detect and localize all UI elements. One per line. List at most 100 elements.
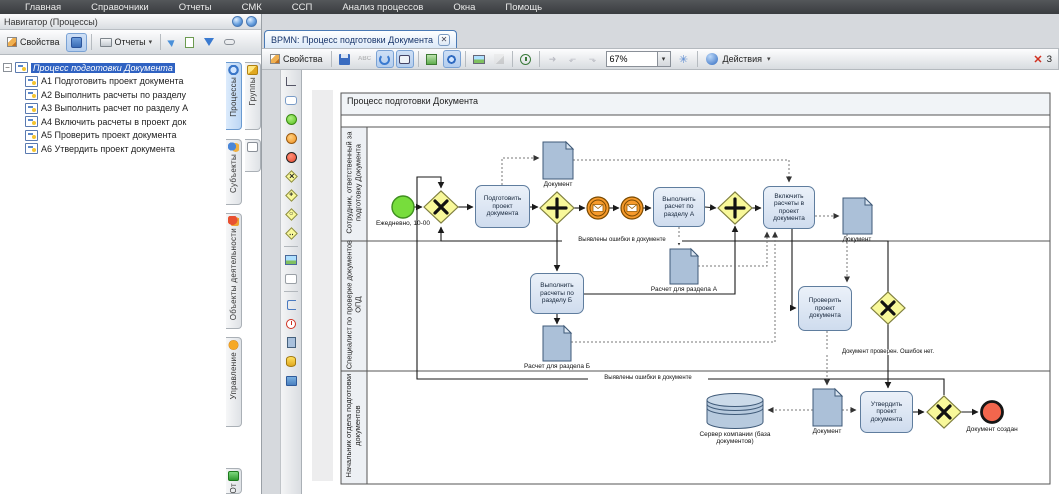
go-to-button[interactable] [165, 33, 179, 52]
panel-pin-icon[interactable] [232, 16, 243, 27]
pencil-icon [7, 37, 17, 47]
inclusive-gateway-tool[interactable]: ○ [283, 207, 299, 222]
document-bottom[interactable] [813, 389, 842, 426]
panel-close-icon[interactable] [246, 16, 257, 27]
menu-item-smk[interactable]: СМК [227, 2, 277, 13]
tab-documents[interactable] [245, 139, 261, 172]
task-calc-section-a[interactable]: Выполнить расчет по разделу А [653, 187, 705, 227]
auto-layout-button[interactable] [376, 50, 394, 68]
brush-icon [494, 54, 504, 64]
refresh-tree-button[interactable] [181, 33, 198, 52]
parallel-gateway-tool[interactable]: + [283, 188, 299, 203]
start-event-tool[interactable] [283, 112, 299, 127]
go-up-button[interactable]: ⬐ [564, 50, 582, 68]
tree-root-process[interactable]: − Процесс подготовки Документа [3, 61, 223, 75]
task-include-calcs[interactable]: Включить расчеты в проект документа [763, 186, 815, 229]
document-calc-b[interactable] [543, 326, 571, 361]
tree-item-a4[interactable]: A4 Включить расчеты в проект док [3, 115, 223, 129]
task-prepare-draft[interactable]: Подготовить проект документа [475, 185, 530, 228]
tab-close-icon[interactable]: ✕ [438, 34, 450, 46]
tab-processes[interactable]: Процессы [226, 62, 242, 130]
pool-title: Процесс подготовки Документа [347, 96, 478, 106]
properties-button[interactable]: Свойства [3, 33, 64, 52]
menu-item-reports[interactable]: Отчеты [164, 2, 227, 13]
task-check-draft[interactable]: Проверить проект документа [798, 286, 852, 331]
tab-management[interactable]: Управление [226, 337, 242, 427]
refresh-diagram-button[interactable]: ✳ [675, 50, 693, 68]
menu-item-help[interactable]: Помощь [490, 2, 557, 13]
separator [465, 51, 466, 67]
diagram-canvas[interactable]: Процесс подготовки Документа Сотрудник, … [302, 70, 1059, 494]
annotation-tool[interactable] [283, 297, 299, 312]
actions-button[interactable]: Действия ▾ [702, 50, 775, 69]
tree-item-a1[interactable]: A1 Подготовить проект документа [3, 75, 223, 89]
connector-tool[interactable] [283, 74, 299, 89]
link-button[interactable] [220, 33, 239, 52]
menu-item-references[interactable]: Справочники [76, 2, 164, 13]
zoom-dropdown-icon[interactable]: ▾ [658, 51, 671, 67]
navigator-toolbar: Свойства Отчеты ▾ [0, 30, 261, 55]
menu-item-windows[interactable]: Окна [438, 2, 490, 13]
format-painter-button[interactable] [490, 50, 508, 68]
task-approve-draft[interactable]: Утвердить проект документа [860, 391, 913, 433]
intermediate-event-tool[interactable] [283, 131, 299, 146]
task-tool[interactable] [283, 93, 299, 108]
tab-activity-objects[interactable]: Объекты деятельности [226, 213, 242, 329]
menu-item-ssp[interactable]: ССП [277, 2, 328, 13]
end-event[interactable] [982, 402, 1003, 423]
collapse-icon[interactable]: − [3, 63, 12, 72]
start-event[interactable] [392, 196, 414, 218]
document-top[interactable] [543, 142, 573, 179]
navigator-header: Навигатор (Процессы) [0, 14, 261, 30]
end-event-tool[interactable] [283, 150, 299, 165]
datastore-tool[interactable] [283, 354, 299, 369]
spellcheck-button[interactable]: ABC [356, 50, 374, 68]
navigator-tab-strip-2: Группы [245, 55, 262, 494]
menu-item-main[interactable]: Главная [10, 2, 76, 13]
tree-item-a6[interactable]: A6 Утвердить проект документа [3, 142, 223, 156]
forward-button[interactable]: ➜ [544, 50, 562, 68]
down-level-icon: ⬎ [589, 54, 597, 65]
dropdown-caret-icon: ▾ [149, 38, 153, 46]
task-calc-section-b[interactable]: Выполнить расчеты по разделу Б [530, 273, 584, 314]
lane-label-2: Специалист по проверке документов ОПД [345, 240, 362, 370]
document-right[interactable] [843, 198, 872, 234]
history-button[interactable] [517, 50, 535, 68]
tree-item-a5[interactable]: A5 Проверить проект документа [3, 129, 223, 143]
menu-item-process-analysis[interactable]: Анализ процессов [327, 2, 438, 13]
document-right-label: Документ [827, 236, 887, 243]
diagram-properties-button[interactable]: Свойства [266, 50, 327, 69]
tab-bpmn-diagram[interactable]: BPMN: Процесс подготовки Документа ✕ [264, 30, 457, 48]
camera-clock-icon [399, 55, 410, 64]
tab-reports-bottom[interactable]: От [226, 468, 242, 494]
reports-button[interactable]: Отчеты ▾ [96, 33, 157, 52]
pan-mode-button[interactable] [443, 50, 461, 68]
pin-window-button[interactable] [66, 33, 87, 52]
close-editor-button[interactable]: ✕ З [1033, 53, 1054, 66]
insert-picture-button[interactable] [470, 50, 488, 68]
message-send-event[interactable] [587, 197, 609, 219]
save-button[interactable] [336, 50, 354, 68]
dropdown-caret-icon: ▾ [767, 55, 771, 63]
picture-icon [285, 255, 297, 265]
timer-event-tool[interactable] [283, 316, 299, 331]
datastore-cylinder[interactable] [707, 394, 763, 429]
document-tool[interactable] [283, 335, 299, 350]
message-receive-event[interactable] [621, 197, 643, 219]
tab-groups[interactable]: Группы [245, 62, 261, 130]
go-down-button[interactable]: ⬎ [584, 50, 602, 68]
export-image-button[interactable] [423, 50, 441, 68]
exclusive-gateway-tool[interactable]: ✕ [283, 169, 299, 184]
filter-button[interactable] [200, 33, 218, 52]
zoom-input[interactable] [606, 51, 658, 67]
tree-item-a3[interactable]: A3 Выполнить расчет по разделу А [3, 102, 223, 116]
editor-spacer [262, 14, 1059, 30]
tab-subjects[interactable]: Субъекты [226, 139, 242, 205]
document-calc-a[interactable] [670, 249, 698, 284]
snapshot-button[interactable] [396, 50, 414, 68]
tree-item-a2[interactable]: A2 Выполнить расчеты по разделу [3, 88, 223, 102]
complex-gateway-tool[interactable]: ‥ [283, 226, 299, 241]
orgchart-tool[interactable] [283, 373, 299, 388]
picture-tool[interactable] [283, 252, 299, 267]
group-tool[interactable] [283, 271, 299, 286]
